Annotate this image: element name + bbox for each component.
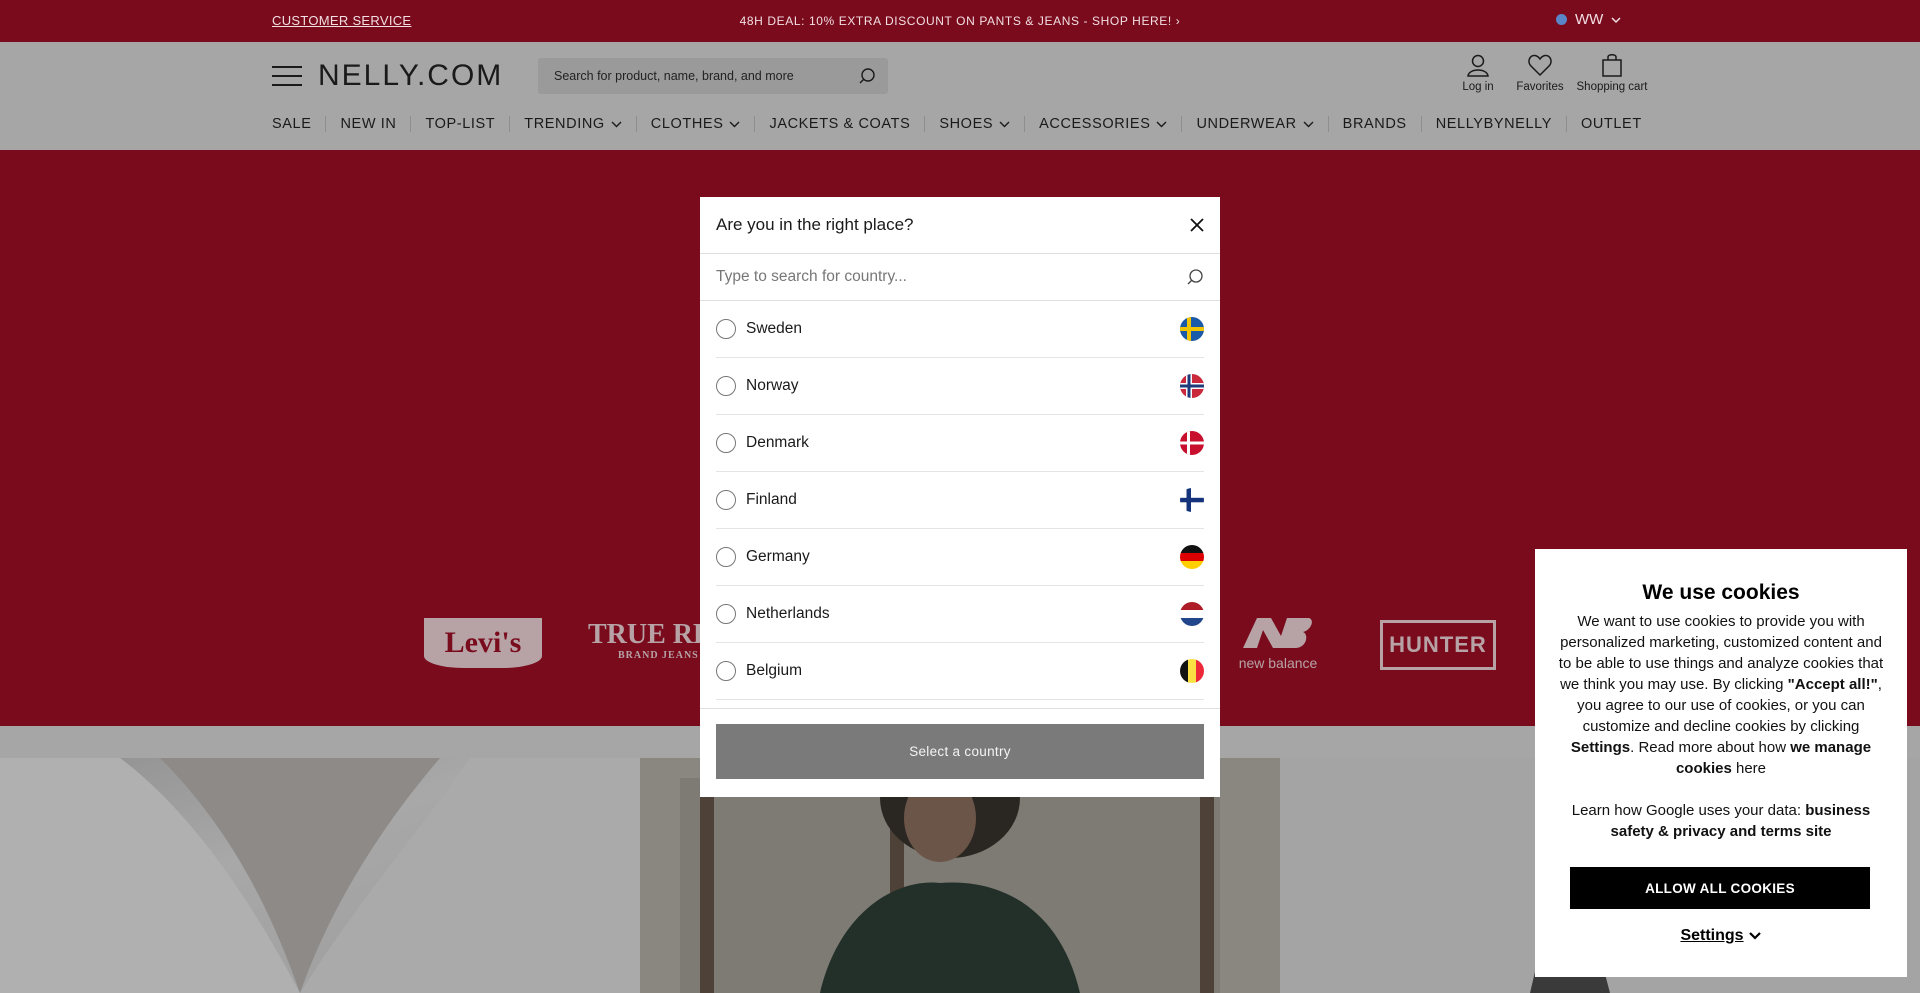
- heart-icon: [1528, 54, 1552, 77]
- chevron-down-icon: [729, 121, 740, 128]
- chevron-down-icon: [1748, 932, 1761, 940]
- cookie-description: We want to use cookies to provide you wi…: [1558, 613, 1884, 777]
- country-option-norway[interactable]: Norway: [716, 358, 1204, 415]
- flag-germany-icon: [1180, 545, 1204, 569]
- brand-logo-hunter[interactable]: HUNTER: [1380, 620, 1496, 670]
- cookie-consent-panel: We use cookies We want to use cookies to…: [1535, 549, 1907, 977]
- cart-button[interactable]: Shopping cart: [1570, 52, 1654, 93]
- cookie-settings-toggle[interactable]: Settings: [1535, 927, 1907, 945]
- country-option-germany[interactable]: Germany: [716, 529, 1204, 586]
- menu-icon[interactable]: [272, 64, 302, 88]
- country-name: Netherlands: [746, 605, 830, 622]
- shirt-neckline-image: [0, 758, 640, 993]
- country-search-input[interactable]: [716, 254, 1156, 300]
- radio-button[interactable]: [716, 490, 736, 510]
- country-search: [700, 253, 1220, 301]
- search-icon[interactable]: [1186, 268, 1204, 286]
- shopping-bag-icon: [1602, 54, 1622, 77]
- radio-button[interactable]: [716, 661, 736, 681]
- flag-denmark-icon: [1180, 431, 1204, 455]
- radio-button[interactable]: [716, 547, 736, 567]
- radio-button[interactable]: [716, 319, 736, 339]
- allow-all-cookies-button[interactable]: ALLOW ALL COOKIES: [1570, 867, 1870, 909]
- new-balance-mark-icon: [1243, 618, 1312, 648]
- nav-item-nellybynelly[interactable]: NELLYBYNELLY: [1420, 116, 1566, 132]
- country-name: Belgium: [746, 662, 802, 679]
- flag-finland-icon: [1180, 488, 1204, 512]
- country-name: Germany: [746, 548, 810, 565]
- brand-logo-levis[interactable]: Levi's: [424, 618, 542, 668]
- nav-item-underwear[interactable]: UNDERWEAR: [1181, 116, 1327, 132]
- login-button[interactable]: Log in: [1446, 52, 1510, 93]
- flag-netherlands-icon: [1180, 602, 1204, 626]
- chevron-down-icon: [611, 121, 622, 128]
- product-photo-1[interactable]: [0, 758, 640, 993]
- close-icon[interactable]: [1188, 216, 1206, 234]
- nav-item-accessories[interactable]: ACCESSORIES: [1024, 116, 1181, 132]
- nav-item-trending[interactable]: TRENDING: [509, 116, 636, 132]
- country-selector-modal: Are you in the right place? Sweden Norwa…: [700, 197, 1220, 797]
- nav-item-new-in[interactable]: NEW IN: [325, 116, 410, 132]
- search-input[interactable]: [554, 58, 844, 94]
- nav-item-outlet[interactable]: OUTLET: [1565, 116, 1656, 132]
- select-country-button[interactable]: Select a country: [716, 724, 1204, 779]
- favorites-button[interactable]: Favorites: [1512, 52, 1568, 93]
- chevron-down-icon: [999, 121, 1010, 128]
- brand-logo-true-religion[interactable]: TRUE RELIGION BRAND JEANS: [588, 620, 700, 670]
- country-option-denmark[interactable]: Denmark: [716, 415, 1204, 472]
- nav-item-shoes[interactable]: SHOES: [924, 116, 1024, 132]
- header-search: [538, 58, 888, 94]
- country-option-sweden[interactable]: Sweden: [716, 301, 1204, 358]
- modal-footer: Select a country: [700, 708, 1220, 797]
- globe-icon: [1556, 14, 1567, 25]
- nav-item-brands[interactable]: BRANDS: [1327, 116, 1421, 132]
- chevron-down-icon: [1156, 121, 1167, 128]
- nav-item-clothes[interactable]: CLOTHES: [635, 116, 755, 132]
- cookie-title: We use cookies: [1642, 581, 1800, 604]
- nav-item-top-list[interactable]: TOP-LIST: [410, 116, 509, 132]
- country-list: Sweden Norway Denmark Finland Germany Ne…: [716, 301, 1204, 700]
- country-option-belgium[interactable]: Belgium: [716, 643, 1204, 700]
- favorites-label: Favorites: [1516, 81, 1564, 93]
- flag-belgium-icon: [1180, 659, 1204, 683]
- main-nav: SALE NEW IN TOP-LIST TRENDING CLOTHES JA…: [272, 116, 1656, 132]
- radio-button[interactable]: [716, 433, 736, 453]
- promo-banner[interactable]: 48H DEAL: 10% EXTRA DISCOUNT ON PANTS & …: [0, 14, 1920, 28]
- chevron-down-icon: [1611, 16, 1621, 23]
- country-name: Finland: [746, 491, 797, 508]
- cookie-settings-inline-link[interactable]: Settings: [1571, 739, 1630, 756]
- cart-label: Shopping cart: [1576, 81, 1648, 93]
- country-name: Sweden: [746, 320, 803, 337]
- site-logo[interactable]: NELLY.COM: [318, 59, 503, 93]
- radio-button[interactable]: [716, 376, 736, 396]
- brand-logo-new-balance[interactable]: new balance: [1230, 616, 1326, 672]
- flag-norway-icon: [1180, 374, 1204, 398]
- nav-item-sale[interactable]: SALE: [272, 116, 325, 132]
- region-selector[interactable]: WW: [1556, 11, 1621, 28]
- chevron-down-icon: [1303, 121, 1314, 128]
- top-bar: CUSTOMER SERVICE 48H DEAL: 10% EXTRA DIS…: [0, 0, 1920, 42]
- modal-title: Are you in the right place?: [716, 215, 914, 234]
- region-label: WW: [1575, 11, 1604, 28]
- country-name: Denmark: [746, 434, 809, 451]
- flag-sweden-icon: [1180, 317, 1204, 341]
- site-header: NELLY.COM Log in Favorites Shopping cart…: [0, 42, 1920, 150]
- google-data-text: Learn how Google uses your data: busines…: [1571, 802, 1871, 840]
- country-option-finland[interactable]: Finland: [716, 472, 1204, 529]
- user-icon: [1467, 54, 1489, 77]
- radio-button[interactable]: [716, 604, 736, 624]
- nav-item-jackets-coats[interactable]: JACKETS & COATS: [754, 116, 924, 132]
- country-name: Norway: [746, 377, 799, 394]
- search-icon[interactable]: [858, 67, 876, 85]
- country-option-netherlands[interactable]: Netherlands: [716, 586, 1204, 643]
- login-label: Log in: [1462, 81, 1494, 93]
